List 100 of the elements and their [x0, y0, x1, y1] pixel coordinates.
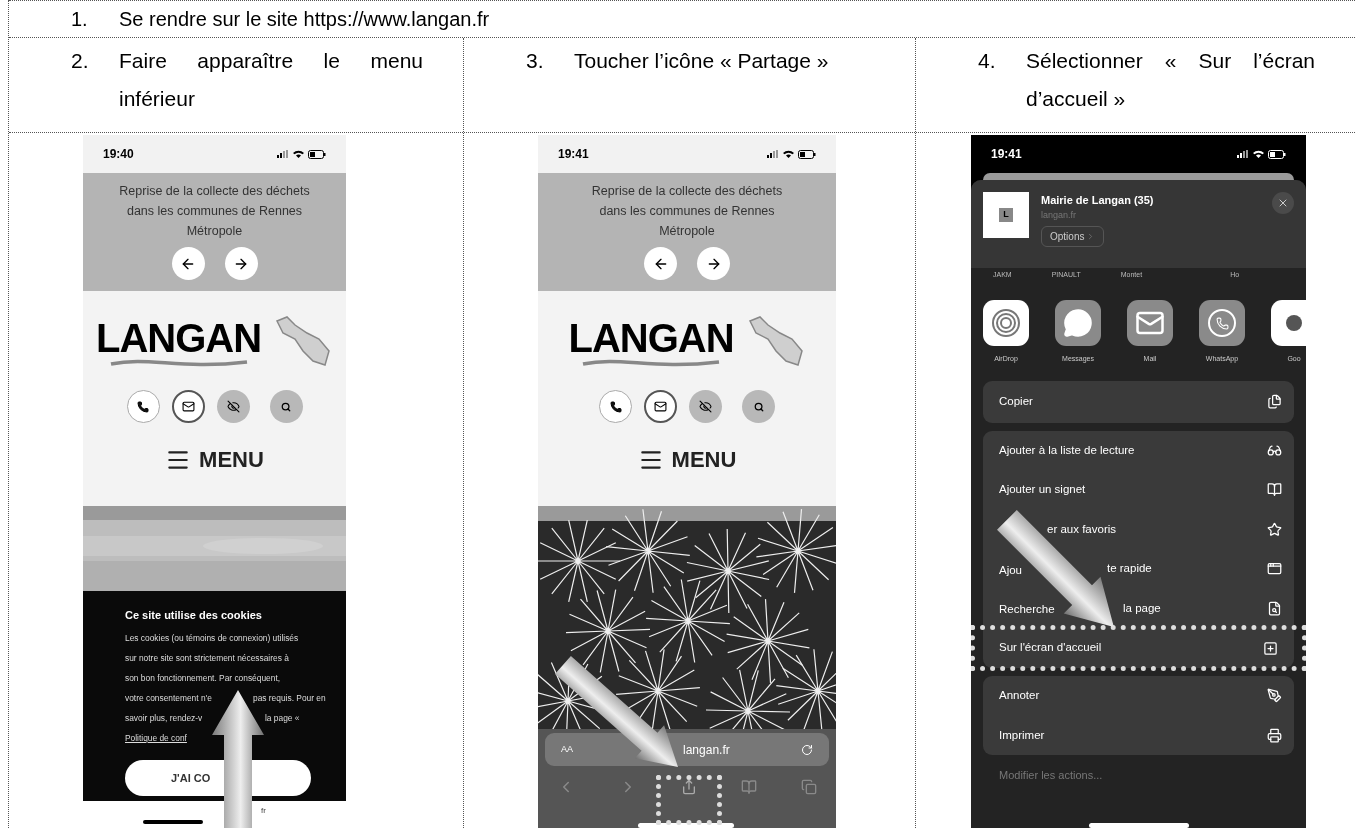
status-time: 19:40: [103, 146, 134, 163]
swoosh-icon: [581, 357, 721, 368]
app-icon[interactable]: [1271, 300, 1306, 346]
options-button[interactable]: Options: [1041, 226, 1105, 247]
cookie-text: savoir plus, rendez-v: [125, 713, 203, 723]
close-icon: [1277, 197, 1289, 209]
chat-phone-icon[interactable]: [1199, 300, 1245, 346]
battery-icon: [1268, 149, 1286, 159]
step-text: Faire apparaître le menu inférieur: [119, 48, 423, 112]
step-number: 1.: [71, 7, 89, 32]
share-icon[interactable]: [681, 779, 697, 795]
next-button[interactable]: [697, 247, 730, 280]
action-label: Annoter: [999, 688, 1040, 704]
search-button[interactable]: [269, 390, 303, 423]
text-size-button[interactable]: AA: [561, 742, 573, 757]
next-button[interactable]: [224, 247, 258, 280]
action-label: Ajouter à la liste de lecture: [999, 442, 1135, 458]
mail-button[interactable]: [644, 390, 677, 423]
airdrop-icon[interactable]: [983, 300, 1029, 346]
edit-actions-link[interactable]: Modifier les actions...: [999, 767, 1306, 784]
phone-button[interactable]: [126, 390, 160, 423]
reload-icon[interactable]: [801, 743, 813, 756]
action-label: Sur l'écran d'accueil: [999, 640, 1102, 656]
logo-text[interactable]: LANGAN: [95, 317, 262, 358]
logo-text[interactable]: LANGAN: [568, 317, 734, 358]
pen-icon: [1267, 688, 1282, 704]
menu-button[interactable]: MENU: [165, 443, 264, 476]
banner-text: dans les communes de Rennes: [599, 203, 775, 220]
status-time: 19:41: [991, 146, 1022, 163]
banner-text: Reprise de la collecte des déchets: [591, 183, 783, 200]
cookie-text: son bon fonctionnement. Par conséquent,: [125, 672, 281, 685]
book-icon: [1267, 482, 1282, 498]
mail-button[interactable]: [171, 390, 205, 423]
cookie-text: la page «: [265, 712, 300, 725]
action-item[interactable]: Imprimer: [983, 715, 1294, 755]
battery-icon: [798, 149, 816, 159]
share-subtitle: langan.fr: [1041, 208, 1078, 222]
step-number: 3.: [526, 48, 545, 74]
cookie-text: sur notre site sont strictement nécessaires à: [125, 652, 289, 665]
action-item[interactable]: Recherche la page: [983, 588, 1294, 628]
add-square-icon: [1263, 640, 1278, 656]
phone-button[interactable]: [599, 390, 632, 423]
envelope-icon: [654, 400, 667, 413]
highlight-frame: [656, 775, 722, 825]
banner-text: Reprise de la collecte des déchets: [119, 183, 310, 200]
step-text: Sélectionner « Sur l’écran d’accueil »: [1026, 48, 1315, 112]
home-indicator: [143, 820, 203, 824]
printer-icon: [1267, 727, 1282, 743]
eye-off-button[interactable]: [689, 390, 722, 423]
action-label: Ajou: [999, 563, 1023, 576]
signal-icon: [277, 150, 289, 158]
action-item[interactable]: Sur l'écran d'accueil: [971, 625, 1306, 671]
action-label: te rapide: [1107, 561, 1152, 577]
action-label: la page: [1123, 600, 1161, 616]
status-time: 19:41: [558, 146, 589, 163]
action-label: er aux favoris: [1047, 521, 1117, 537]
cookie-text: votre consentement n'e: [125, 693, 212, 703]
copy-icon: [1267, 394, 1282, 409]
phone-icon: [609, 400, 622, 413]
banner-text: dans les communes de Rennes: [126, 203, 303, 220]
action-item[interactable]: Ajouter à la liste de lecture: [983, 430, 1294, 470]
search-icon: [753, 401, 764, 412]
note-icon: [1267, 561, 1282, 577]
privacy-link[interactable]: Politique de conf: [125, 728, 187, 748]
envelope-icon[interactable]: [1127, 300, 1173, 346]
previous-button[interactable]: [171, 247, 205, 280]
action-label: Copier: [999, 393, 1033, 409]
search-button[interactable]: [742, 390, 775, 423]
banner-text: Métropole: [186, 223, 243, 240]
envelope-icon: [181, 400, 195, 413]
cookie-title: Ce site utilise des cookies: [125, 608, 263, 623]
chat-bubble-icon[interactable]: [1055, 300, 1101, 346]
star-icon: [1267, 521, 1282, 537]
action-item[interactable]: er aux favoris: [983, 509, 1294, 549]
signal-icon: [1237, 150, 1249, 158]
action-item[interactable]: Ajouter un signet: [983, 470, 1294, 510]
action-item[interactable]: Annoter: [983, 676, 1294, 716]
wifi-icon: [293, 150, 304, 158]
url-text: langan.fr: [683, 741, 730, 759]
menu-button[interactable]: MENU: [637, 443, 737, 476]
banner-text: Métropole: [659, 223, 715, 240]
action-item[interactable]: Ajou te rapide: [983, 549, 1294, 589]
search-icon: [281, 401, 291, 412]
action-label: Recherche: [999, 603, 1055, 616]
eye-off-icon: [699, 400, 712, 413]
battery-icon: [308, 149, 326, 159]
search-page-icon: [1267, 600, 1282, 616]
cookie-text: Les cookies (ou témoins de connexion) utilisés: [125, 632, 299, 645]
previous-button[interactable]: [644, 247, 677, 280]
action-label: Ajouter un signet: [999, 482, 1086, 498]
swoosh-icon: [108, 357, 249, 368]
wifi-icon: [1253, 150, 1264, 158]
action-label: Imprimer: [999, 727, 1045, 743]
eye-off-button[interactable]: [216, 390, 250, 423]
share-title: Mairie de Langan (35): [1041, 193, 1154, 208]
close-button[interactable]: [1272, 192, 1294, 214]
wifi-icon: [783, 150, 794, 158]
action-item[interactable]: Copier: [983, 380, 1294, 423]
eye-off-icon: [226, 400, 240, 413]
signal-icon: [767, 150, 779, 158]
